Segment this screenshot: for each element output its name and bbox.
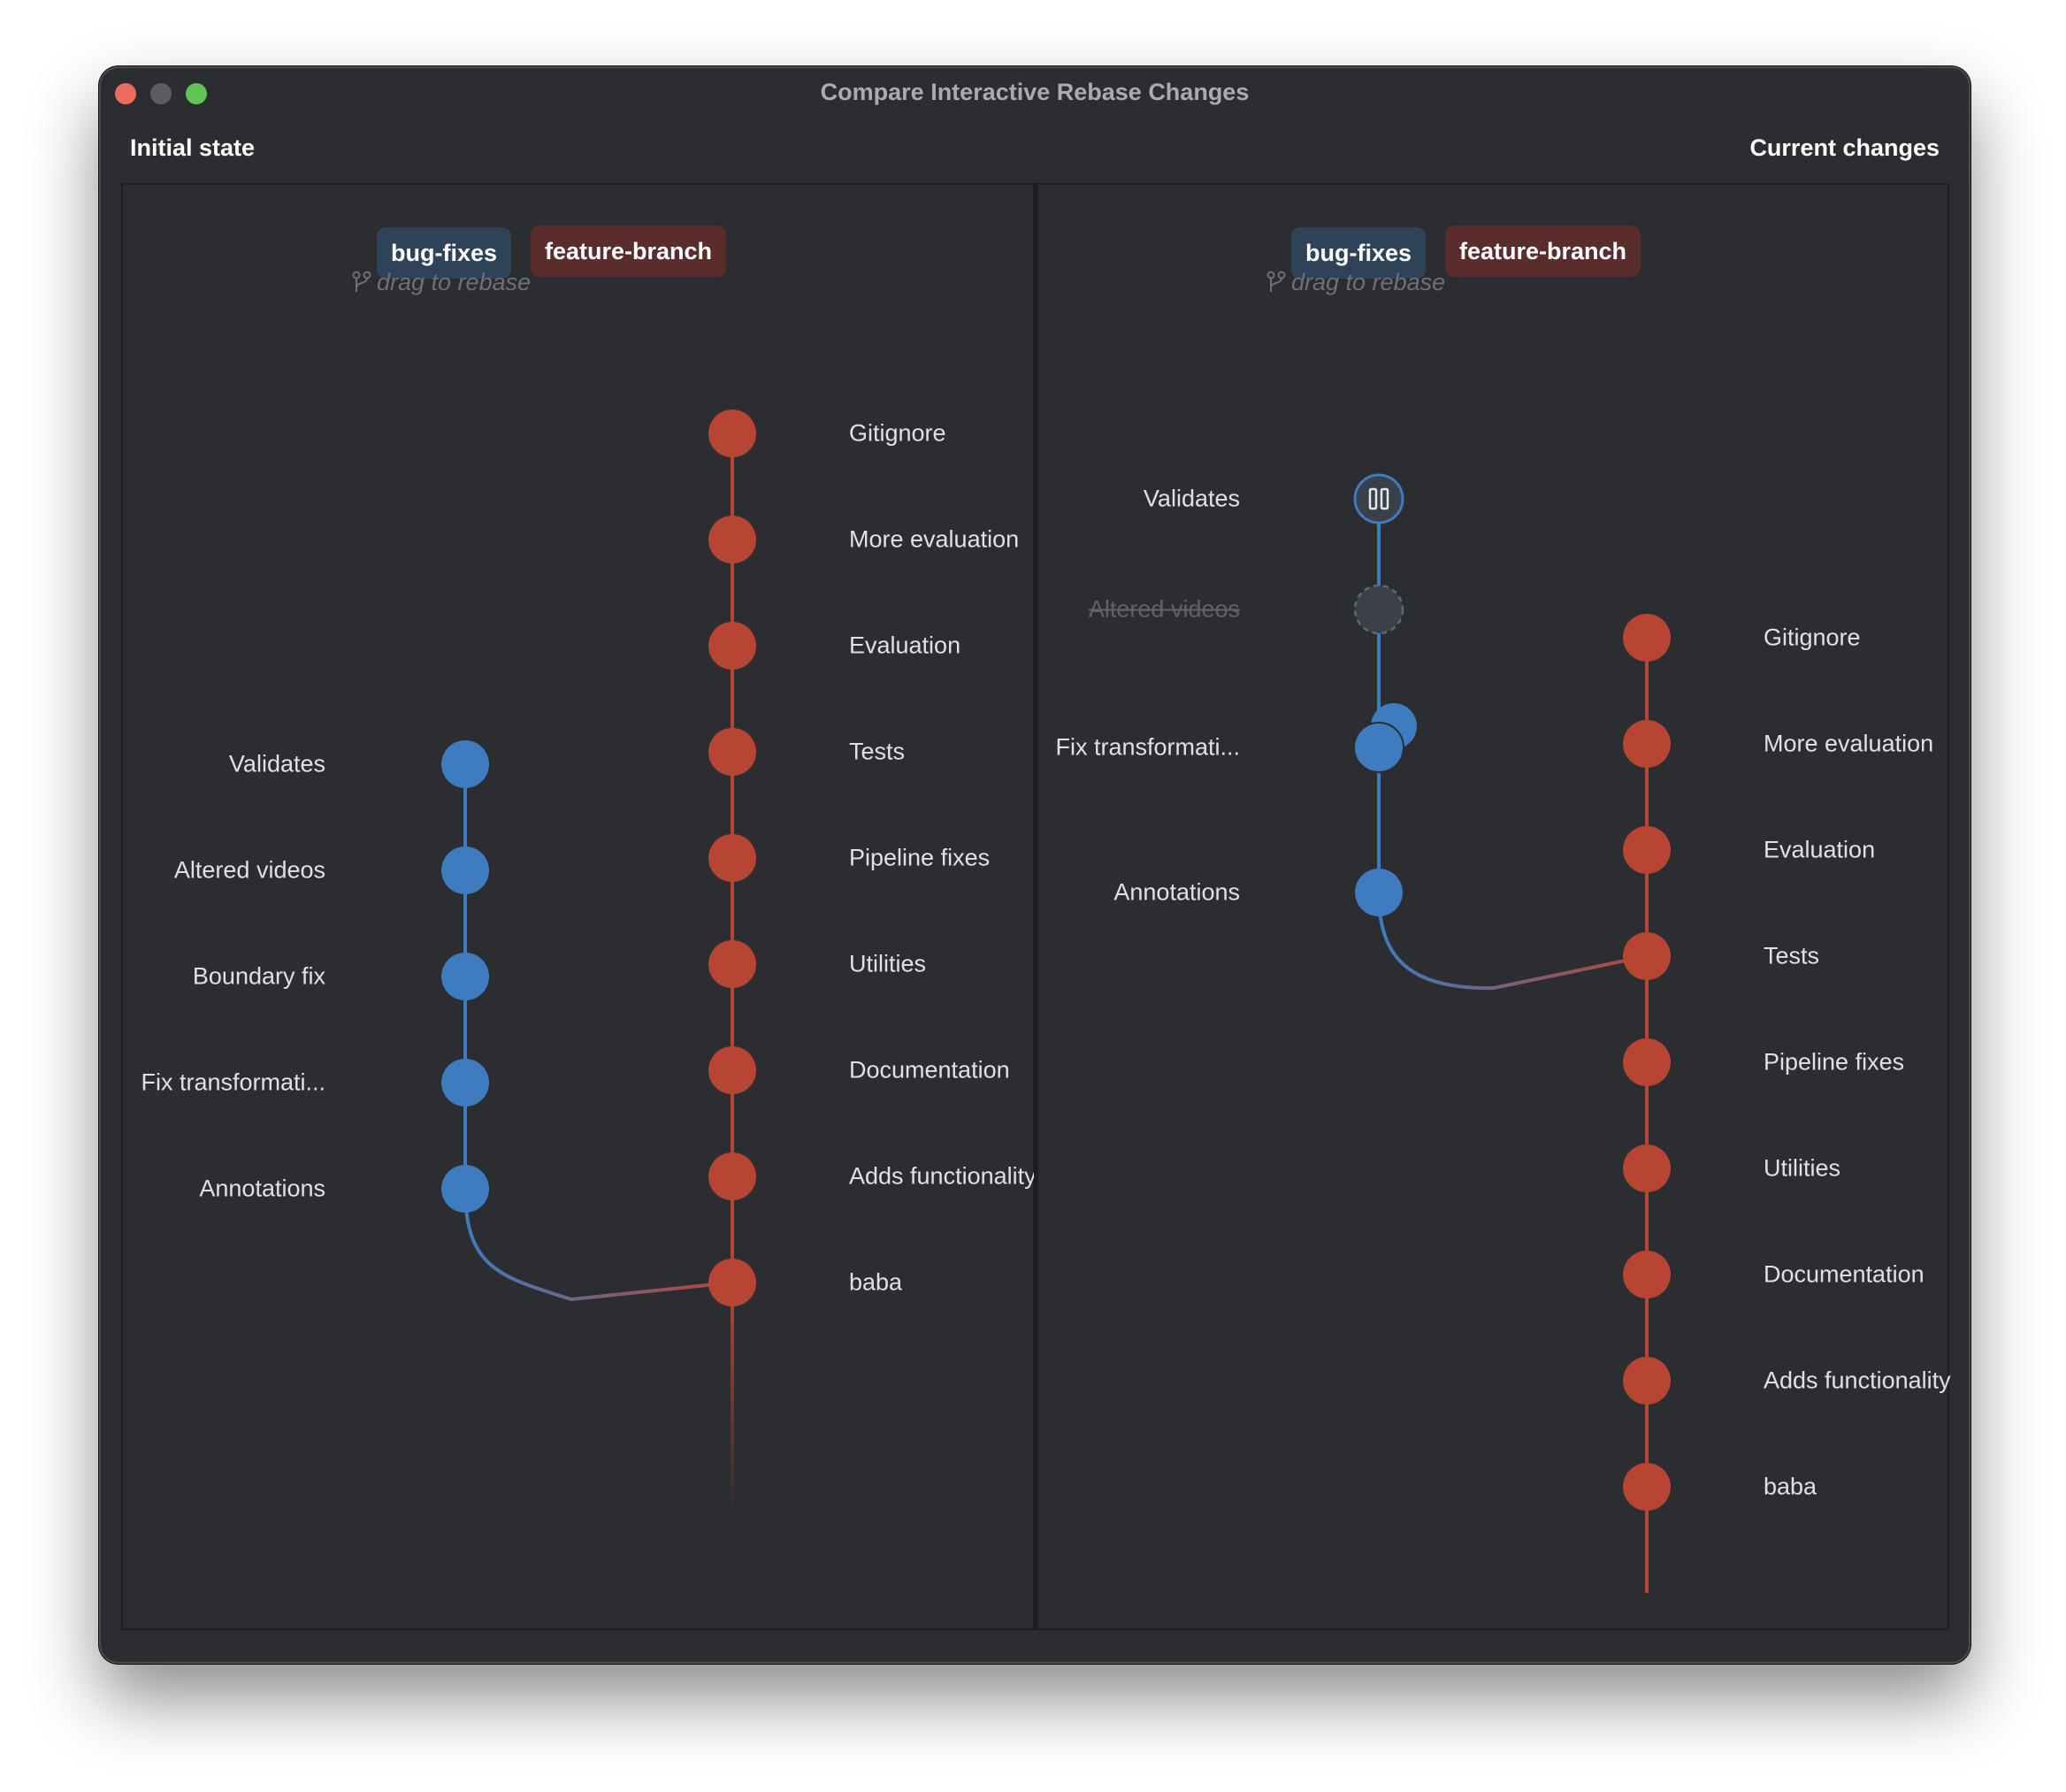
paused-commit-node[interactable]: [1353, 473, 1404, 525]
commit-label-tests: Tests: [1764, 942, 1820, 969]
commit-label-altered-videos: Altered videos: [173, 856, 325, 884]
bug-fix-commit-node[interactable]: [441, 846, 489, 894]
commit-label-pipeline-fixes: Pipeline fixes: [1764, 1048, 1905, 1076]
commit-label-annotations: Annotations: [199, 1175, 325, 1202]
commit-label-altered-videos: Altered videos: [1088, 595, 1240, 623]
drag-to-rebase-text: drag to rebase: [1291, 269, 1446, 295]
current-commit-graph: [1353, 473, 1671, 1593]
feature-commit-node[interactable]: [1623, 826, 1671, 874]
merge-base-connector: [463, 1188, 733, 1302]
feature-commit-node[interactable]: [1623, 1357, 1671, 1405]
drag-to-rebase-hint: drag to rebase: [352, 269, 531, 296]
branch-icon: [352, 271, 371, 292]
commit-label-tests: Tests: [849, 738, 906, 765]
rebase-compare-window: Compare Interactive Rebase Changes Initi…: [99, 66, 1970, 1664]
feature-commit-node[interactable]: [708, 834, 756, 882]
commit-label-evaluation: Evaluation: [849, 632, 961, 659]
bug-fix-commit-node[interactable]: [441, 740, 489, 788]
commit-label-gitignore: Gitignore: [849, 419, 946, 447]
commit-label-adds-functionality: Adds functionality: [849, 1162, 1037, 1190]
feature-commit-node[interactable]: [1623, 614, 1671, 662]
feature-commit-node[interactable]: [1623, 1463, 1671, 1511]
feature-branch-tag[interactable]: feature-branch: [531, 226, 727, 277]
commit-label-documentation: Documentation: [849, 1056, 1010, 1084]
commit-label-boundary-fix: Boundary fix: [192, 962, 325, 990]
bug-fix-commit-node[interactable]: [441, 1059, 489, 1107]
commit-label-validates: Validates: [228, 750, 325, 777]
bug-fix-commit-node[interactable]: [441, 1165, 489, 1213]
feature-branch-tail: [731, 1283, 734, 1512]
branch-icon: [1266, 271, 1286, 292]
bug-fix-commit-node[interactable]: [1355, 869, 1403, 916]
dropped-commit-node[interactable]: [1353, 584, 1404, 635]
feature-commit-node[interactable]: [708, 1046, 756, 1094]
commit-label-adds-functionality: Adds functionality: [1764, 1367, 1951, 1394]
commit-label-gitignore: Gitignore: [1764, 624, 1861, 651]
commit-label-baba: baba: [1764, 1473, 1817, 1500]
initial-state-panel: bug-fixes feature-branch drag to rebase …: [121, 183, 1037, 1630]
feature-commit-node[interactable]: [708, 410, 756, 457]
current-changes-heading: Current changes: [1749, 134, 1940, 161]
feature-commit-node[interactable]: [1623, 1251, 1671, 1298]
initial-state-heading: Initial state: [130, 134, 256, 161]
initial-commit-graph: [441, 410, 756, 1512]
drag-to-rebase-hint: drag to rebase: [1266, 269, 1445, 296]
bug-fix-commit-node[interactable]: [1353, 722, 1404, 773]
window-title: Compare Interactive Rebase Changes: [820, 79, 1250, 105]
feature-commit-node[interactable]: [708, 1153, 756, 1200]
title-bar: Compare Interactive Rebase Changes: [101, 68, 1969, 118]
merge-base-connector: [1377, 892, 1648, 991]
commit-label-documentation: Documentation: [1764, 1260, 1924, 1288]
feature-commit-node[interactable]: [708, 1259, 756, 1306]
commit-label-fix-transformati: Fix transformati...: [1055, 733, 1240, 761]
commit-label-more-evaluation: More evaluation: [849, 525, 1020, 553]
bug-fix-commit-node[interactable]: [441, 953, 489, 1000]
commit-label-utilities: Utilities: [1764, 1154, 1841, 1182]
commit-label-utilities: Utilities: [849, 950, 927, 977]
feature-commit-node[interactable]: [1623, 1038, 1671, 1086]
commit-label-evaluation: Evaluation: [1764, 836, 1876, 863]
feature-branch-tag[interactable]: feature-branch: [1445, 226, 1641, 277]
commit-label-validates: Validates: [1143, 485, 1240, 512]
feature-commit-node[interactable]: [708, 516, 756, 563]
commit-label-pipeline-fixes: Pipeline fixes: [849, 844, 991, 871]
commit-label-annotations: Annotations: [1113, 878, 1240, 906]
commit-label-more-evaluation: More evaluation: [1764, 730, 1934, 757]
feature-commit-node[interactable]: [1623, 1145, 1671, 1192]
drag-to-rebase-text: drag to rebase: [377, 269, 532, 295]
commit-label-baba: baba: [849, 1268, 903, 1296]
feature-commit-node[interactable]: [708, 728, 756, 776]
feature-commit-node[interactable]: [708, 622, 756, 670]
feature-commit-node[interactable]: [1623, 932, 1671, 980]
feature-commit-node[interactable]: [708, 940, 756, 988]
feature-commit-node[interactable]: [1623, 720, 1671, 768]
commit-label-fix-transformati: Fix transformati...: [141, 1068, 325, 1096]
current-changes-panel: bug-fixes feature-branch drag to rebase …: [1037, 183, 1951, 1630]
